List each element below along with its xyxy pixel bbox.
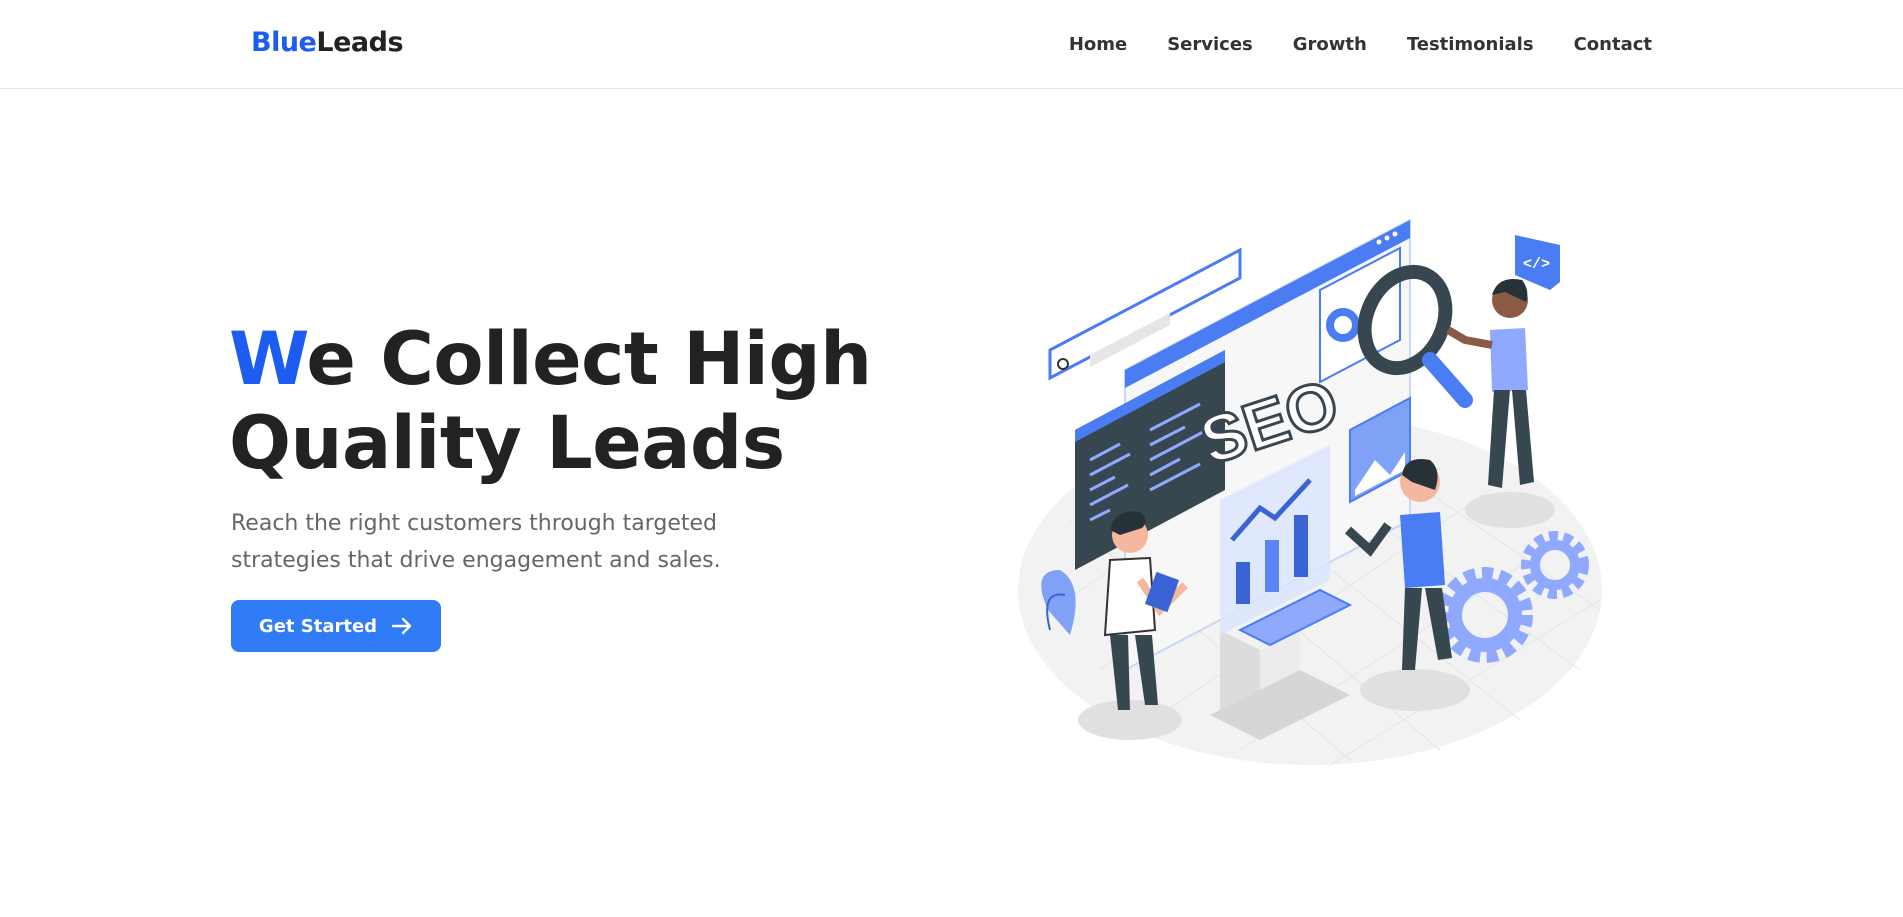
nav-growth[interactable]: Growth bbox=[1293, 34, 1367, 55]
nav-home[interactable]: Home bbox=[1069, 34, 1127, 55]
hero-title-line1: e Collect High bbox=[306, 317, 872, 402]
navbar: BlueLeads Home Services Growth Testimoni… bbox=[0, 0, 1903, 89]
get-started-label: Get Started bbox=[258, 615, 378, 637]
nav-contact[interactable]: Contact bbox=[1574, 34, 1652, 55]
nav-testimonials[interactable]: Testimonials bbox=[1407, 34, 1534, 55]
brand-logo-blue: Blue bbox=[251, 27, 317, 58]
get-started-button[interactable]: Get Started bbox=[231, 600, 441, 652]
hero-title-accent-letter: W bbox=[229, 317, 307, 402]
arrow-right-icon bbox=[391, 617, 412, 635]
brand-logo[interactable]: BlueLeads bbox=[251, 27, 404, 58]
nav-services[interactable]: Services bbox=[1167, 34, 1253, 55]
person-woman-shadow bbox=[1465, 492, 1555, 528]
hero-title-line2: Quality Leads bbox=[229, 401, 785, 486]
nav-links: Home Services Growth Testimonials Contac… bbox=[1029, 34, 1652, 55]
person-right-shadow bbox=[1360, 669, 1470, 711]
hero-subtitle-line1: Reach the right customers through target… bbox=[231, 511, 718, 536]
hero-subtitle: Reach the right customers through target… bbox=[231, 505, 791, 579]
person-left-shadow bbox=[1078, 700, 1182, 740]
hero-subtitle-line2: strategies that drive engagement and sal… bbox=[231, 548, 721, 573]
brand-logo-dark: Leads bbox=[316, 27, 404, 58]
svg-text:</>: </> bbox=[1523, 256, 1550, 273]
seo-illustration: SEO </> bbox=[1018, 218, 1602, 766]
hero-title: We Collect High Quality Leads bbox=[229, 318, 909, 486]
